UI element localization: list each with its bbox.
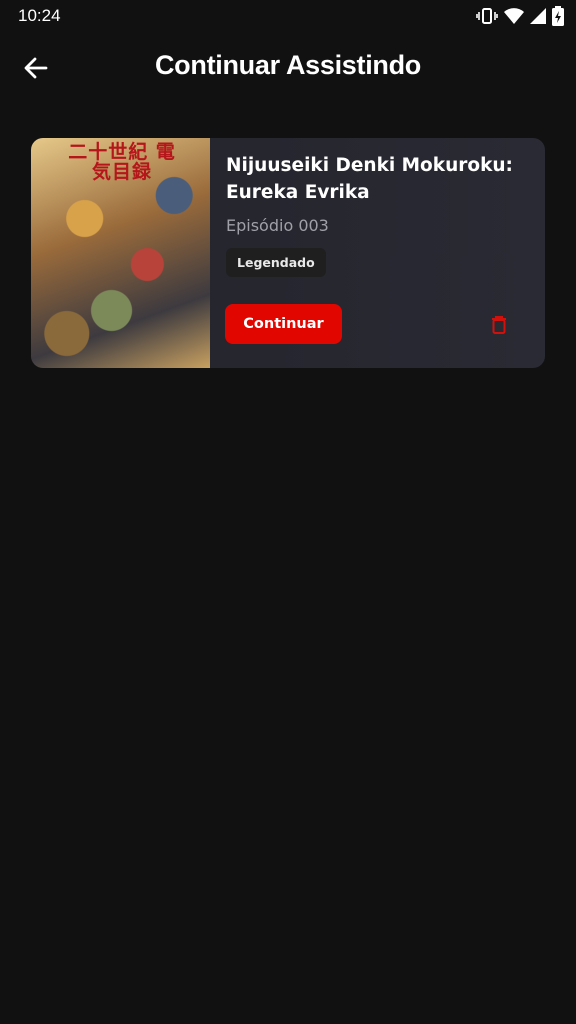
delete-button[interactable] <box>486 312 512 338</box>
battery-charging-icon <box>552 6 564 26</box>
signal-icon <box>530 7 546 25</box>
status-icons <box>476 6 564 26</box>
poster-title-text: 二十世紀 電気目録 <box>68 141 176 183</box>
card-info: Nijuuseiki Denki Mokuroku: Eureka Evrika… <box>226 152 531 277</box>
anime-title: Nijuuseiki Denki Mokuroku: Eureka Evrika <box>226 155 513 203</box>
subtitle-badge: Legendado <box>226 248 326 277</box>
continue-watching-card[interactable]: 二十世紀 電気目録 Nijuuseiki Denki Mokuroku: Eur… <box>31 138 545 368</box>
status-bar: 10:24 <box>0 0 576 32</box>
vibrate-icon <box>476 6 498 26</box>
page-title: Continuar Assistindo <box>154 50 421 80</box>
trash-icon <box>492 316 506 334</box>
anime-poster[interactable]: 二十世紀 電気目録 <box>31 138 210 368</box>
wifi-icon <box>504 7 524 25</box>
episode-label: Episódio 003 <box>226 216 329 235</box>
status-time: 10:24 <box>18 6 61 25</box>
app-bar: Continuar Assistindo <box>0 36 576 96</box>
continue-button[interactable]: Continuar <box>225 304 342 344</box>
